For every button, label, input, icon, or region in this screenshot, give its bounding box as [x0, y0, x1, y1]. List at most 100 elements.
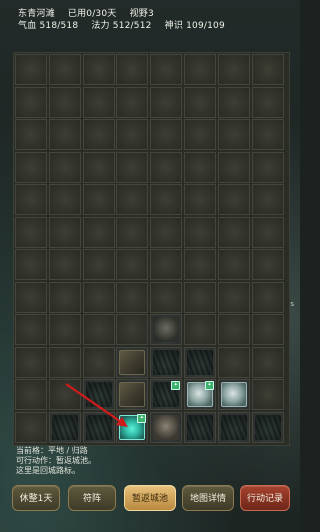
map-cell[interactable] [82, 346, 115, 378]
map-cell[interactable] [251, 249, 284, 280]
map-cell[interactable] [82, 119, 115, 150]
map-cell[interactable] [15, 54, 47, 85]
map-cell[interactable]: ✦ [184, 379, 216, 410]
map-cell[interactable] [82, 281, 115, 313]
map-cell[interactable] [15, 281, 47, 313]
map-cell[interactable] [251, 379, 284, 410]
map-cell[interactable] [82, 249, 115, 280]
map-cell[interactable] [251, 346, 284, 378]
map-detail-button[interactable]: 地图详情 [182, 485, 234, 511]
map-cell[interactable] [184, 119, 216, 150]
map-cell[interactable] [251, 119, 284, 150]
map-cell[interactable] [48, 151, 81, 183]
map-cell[interactable] [15, 314, 47, 345]
map-cell[interactable] [184, 216, 216, 248]
map-cell[interactable] [82, 216, 115, 248]
map-cell[interactable] [82, 314, 115, 345]
map-cell[interactable] [217, 54, 250, 85]
map-cell[interactable] [15, 379, 47, 410]
map-cell[interactable] [82, 151, 115, 183]
map-cell[interactable] [15, 86, 47, 118]
map-cell[interactable] [48, 119, 81, 150]
map-cell[interactable] [150, 411, 183, 443]
map-cell[interactable] [116, 54, 149, 85]
map-cell[interactable] [82, 184, 115, 215]
map-cell[interactable] [150, 314, 183, 345]
map-cell[interactable] [217, 119, 250, 150]
map-cell[interactable] [150, 151, 183, 183]
map-cell[interactable] [184, 86, 216, 118]
forest-tile [187, 349, 213, 375]
map-cell[interactable] [15, 184, 47, 215]
map-cell[interactable] [48, 54, 81, 85]
map-cell[interactable] [217, 216, 250, 248]
map-cell[interactable] [217, 86, 250, 118]
event-badge-icon: ✦ [205, 381, 214, 390]
map-cell[interactable] [150, 184, 183, 215]
map-cell[interactable] [116, 249, 149, 280]
map-cell[interactable] [217, 151, 250, 183]
map-cell[interactable] [217, 314, 250, 345]
map-cell[interactable] [150, 119, 183, 150]
map-cell[interactable] [116, 119, 149, 150]
map-cell[interactable] [184, 281, 216, 313]
map-cell[interactable]: ✦ [150, 379, 183, 410]
map-cell[interactable] [48, 249, 81, 280]
map-cell[interactable] [116, 314, 149, 345]
map-cell[interactable] [251, 216, 284, 248]
map-cell[interactable] [15, 346, 47, 378]
map-cell[interactable] [251, 411, 284, 443]
map-cell[interactable] [150, 86, 183, 118]
map-cell[interactable] [217, 411, 250, 443]
map-cell[interactable] [150, 249, 183, 280]
map-cell[interactable] [184, 411, 216, 443]
map-cell[interactable] [184, 314, 216, 345]
map-cell[interactable] [48, 346, 81, 378]
map-cell[interactable] [251, 86, 284, 118]
map-cell[interactable] [48, 86, 81, 118]
map-cell[interactable] [184, 54, 216, 85]
map-cell[interactable] [184, 346, 216, 378]
map-cell[interactable] [116, 346, 149, 378]
map-cell[interactable] [15, 119, 47, 150]
map-cell[interactable] [184, 151, 216, 183]
action-log-button[interactable]: 行动记录 [240, 485, 290, 511]
map-cell[interactable] [251, 281, 284, 313]
map-cell[interactable] [15, 411, 47, 443]
map-cell[interactable] [116, 151, 149, 183]
map-cell[interactable] [217, 184, 250, 215]
map-cell[interactable] [217, 346, 250, 378]
map-cell[interactable] [150, 281, 183, 313]
map-cell[interactable] [251, 54, 284, 85]
map-cell[interactable] [217, 379, 250, 410]
map-cell[interactable] [48, 314, 81, 345]
map-cell[interactable] [184, 249, 216, 280]
formation-button[interactable]: 符阵 [68, 485, 116, 511]
map-cell[interactable] [150, 216, 183, 248]
map-cell[interactable] [48, 281, 81, 313]
rest-button[interactable]: 休整1天 [12, 485, 60, 511]
map-cell[interactable] [82, 54, 115, 85]
map-cell[interactable] [251, 184, 284, 215]
map-cell[interactable] [150, 54, 183, 85]
forest-tile [220, 414, 247, 440]
map-cell[interactable] [15, 216, 47, 248]
map-cell[interactable] [251, 314, 284, 345]
map-cell[interactable] [150, 346, 183, 378]
map-cell[interactable] [48, 216, 81, 248]
map-cell[interactable] [184, 184, 216, 215]
map-cell[interactable] [116, 184, 149, 215]
map-cell[interactable] [15, 249, 47, 280]
map-cell[interactable] [48, 184, 81, 215]
map-cell[interactable] [251, 151, 284, 183]
map-cell[interactable] [116, 86, 149, 118]
spirit-label: 神识 109/109 [164, 21, 225, 31]
map-cell[interactable] [82, 86, 115, 118]
map-cell[interactable] [116, 281, 149, 313]
map-cell[interactable] [116, 216, 149, 248]
map-cell[interactable] [15, 151, 47, 183]
map-cell[interactable] [217, 249, 250, 280]
map-cell[interactable] [217, 281, 250, 313]
return-city-button[interactable]: 暂返城池 [124, 485, 176, 511]
terrain-text: 当前格：平地 / 归路 [16, 446, 88, 455]
